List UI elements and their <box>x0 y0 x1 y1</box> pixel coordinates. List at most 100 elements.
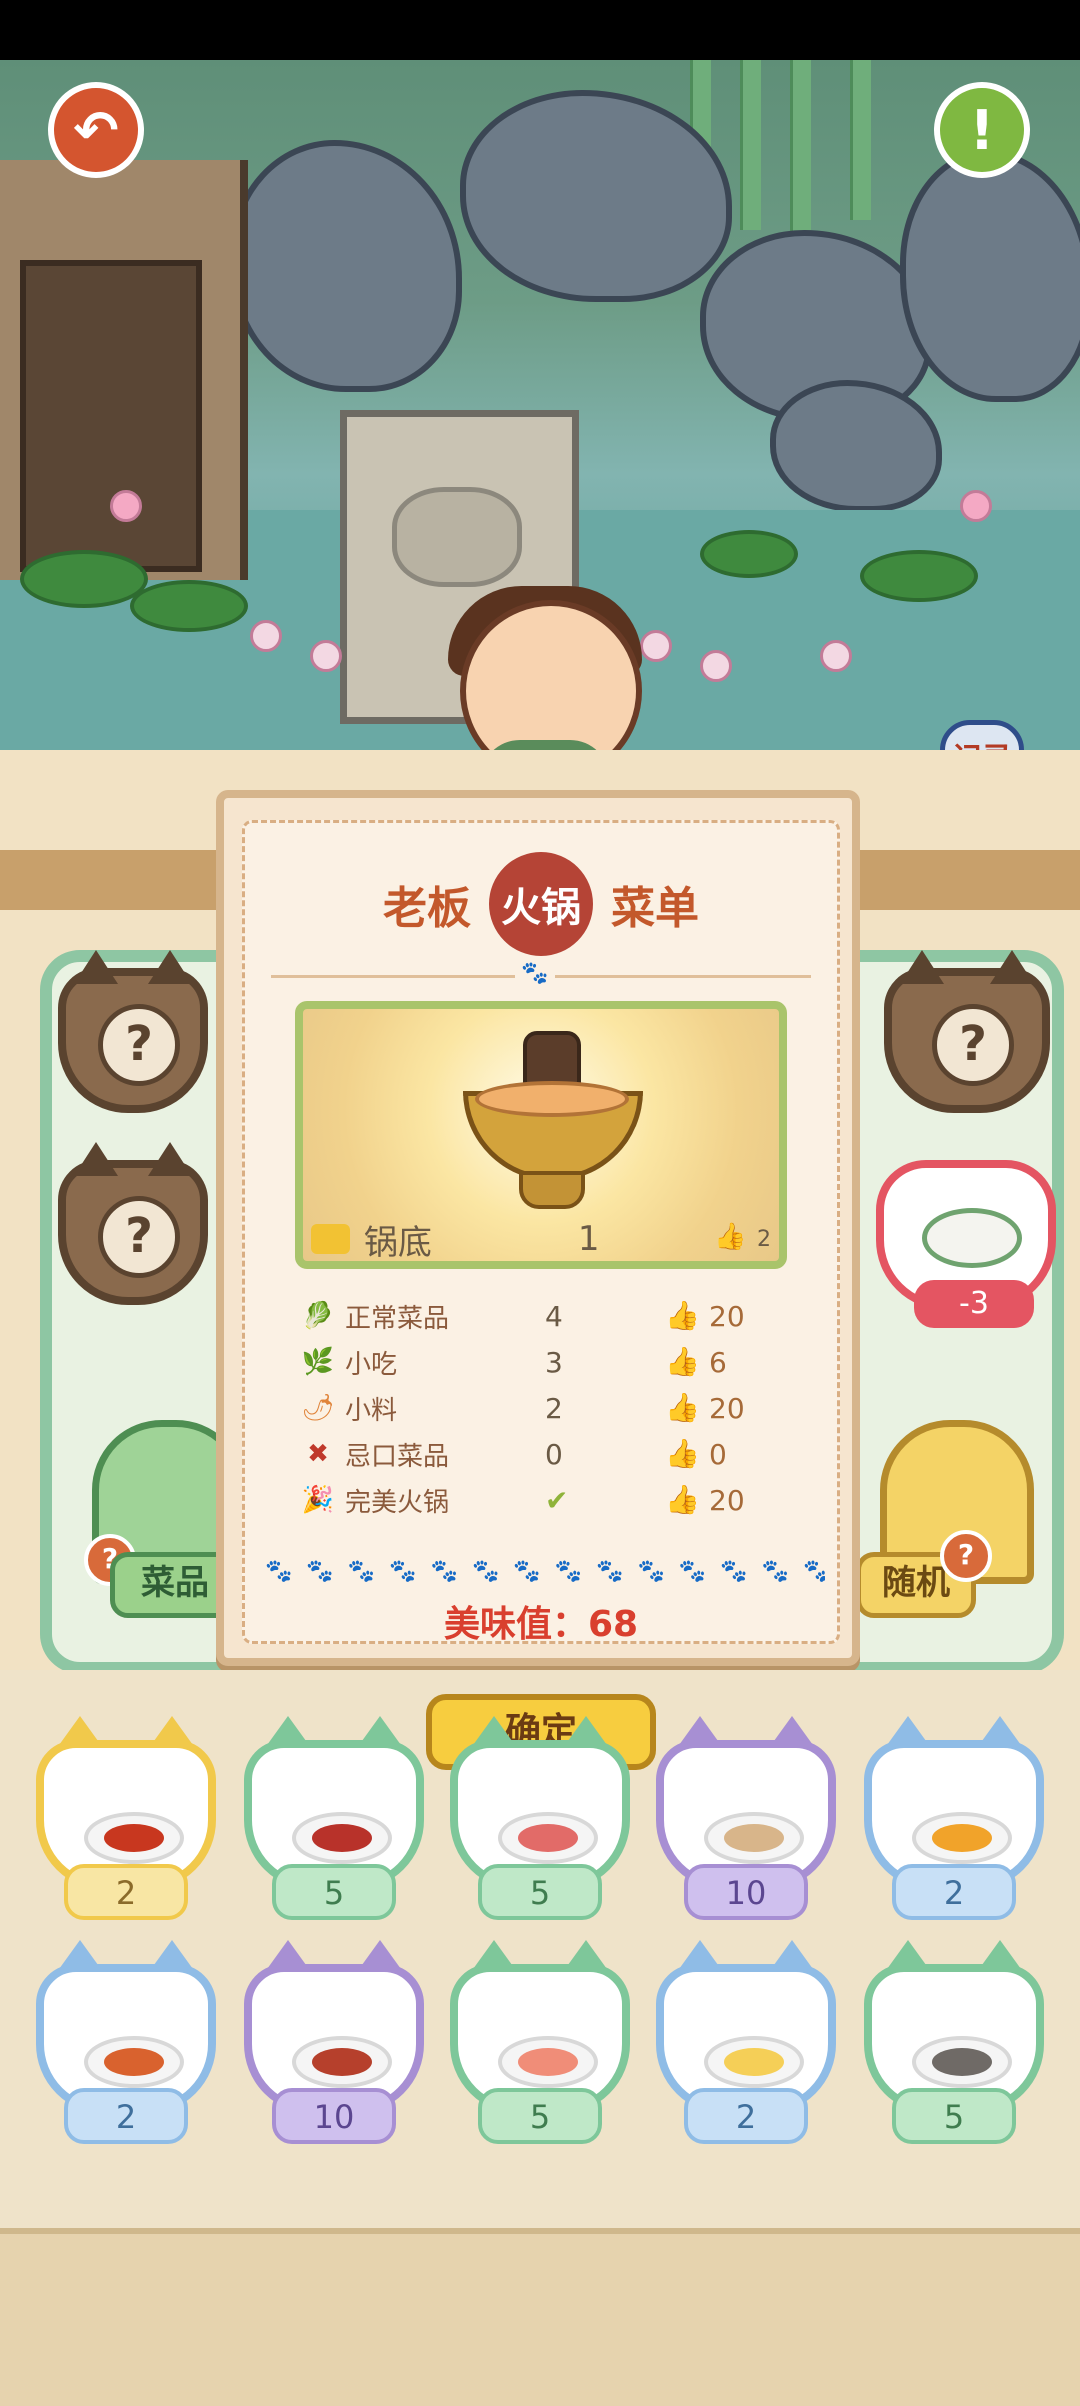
dish-card[interactable]: 2 <box>36 1940 216 2144</box>
rock <box>900 150 1080 402</box>
dish-card[interactable]: 5 <box>450 1716 630 1920</box>
dish-card[interactable]: 5 <box>864 1940 1044 2144</box>
locked-customer-slot[interactable]: ? <box>58 950 208 1113</box>
lily-flower <box>820 640 852 672</box>
stat-row: 🥬 正常菜品 4 👍 20 <box>301 1293 801 1339</box>
dish-card[interactable]: 10 <box>244 1940 424 2144</box>
exclamation-icon: ! <box>969 98 995 162</box>
dialog-inner: 老板 火锅 菜单 🐾 锅底 1 👍 2 🥬 正常菜品 4 👍 20 🌿 小吃 3 👍 6 🌶 小料 2 👍… <box>242 820 840 1647</box>
thumbs-up-icon: 👍 <box>665 1299 700 1332</box>
stat-list: 🥬 正常菜品 4 👍 20 🌿 小吃 3 👍 6 🌶 小料 2 👍 20 ✖ 忌口菜品 0 👍 0 🎉 完美火锅 ✔ 👍 20 <box>301 1293 801 1523</box>
title-left: 老板 <box>383 883 471 934</box>
stat-count: 4 <box>545 1299 563 1333</box>
vegetable-icon: 🥬 <box>301 1301 335 1331</box>
stat-label: 小料 <box>345 1395 398 1426</box>
thumbs-up-icon: 👍 <box>665 1483 700 1516</box>
stat-count: 0 <box>545 1437 563 1471</box>
dish-plate-icon <box>498 1812 598 1864</box>
stat-score: 6 <box>709 1345 727 1379</box>
rock <box>770 380 942 512</box>
stat-row: 🌶 小料 2 👍 20 <box>301 1385 801 1431</box>
lily-pad <box>860 550 978 602</box>
dish-count: 5 <box>892 2088 1016 2144</box>
dish-card[interactable]: 10 <box>656 1716 836 1920</box>
dumpling-plate-icon <box>922 1208 1022 1268</box>
question-icon[interactable]: ? <box>940 1530 992 1582</box>
stat-score: 20 <box>709 1391 745 1425</box>
thumbs-up-icon: 👍 <box>665 1391 700 1424</box>
stat-row: 🌿 小吃 3 👍 6 <box>301 1339 801 1385</box>
rock <box>230 140 462 392</box>
lily-flower <box>700 650 732 682</box>
locked-customer-slot[interactable]: ? <box>884 950 1050 1113</box>
gate-carving <box>392 487 522 587</box>
dish-card[interactable]: 2 <box>36 1716 216 1920</box>
party-icon: 🎉 <box>301 1485 335 1515</box>
title-right: 菜单 <box>611 883 699 934</box>
dish-plate-icon <box>84 1812 184 1864</box>
dialog-title: 老板 火锅 菜单 <box>245 852 837 956</box>
dish-card[interactable]: 5 <box>450 1940 630 2144</box>
lily-pad <box>130 580 248 632</box>
house-window <box>20 260 202 572</box>
dish-count: 5 <box>478 2088 602 2144</box>
stat-row: 🎉 完美火锅 ✔ 👍 20 <box>301 1477 801 1523</box>
stat-label: 小吃 <box>345 1349 398 1380</box>
question-icon: ? <box>98 1004 180 1086</box>
stat-count: 2 <box>545 1391 563 1425</box>
dish-plate-icon <box>292 1812 392 1864</box>
stat-label: 忌口菜品 <box>345 1441 450 1472</box>
stat-label: 完美火锅 <box>345 1487 450 1518</box>
lily-flower <box>310 640 342 672</box>
pot-base-icon <box>311 1224 350 1254</box>
dish-count: 10 <box>684 1864 808 1920</box>
stat-score: 0 <box>709 1437 727 1471</box>
back-button[interactable]: ↶ <box>48 82 144 178</box>
dish-plate-icon <box>498 2036 598 2088</box>
dish-count: 2 <box>892 1864 1016 1920</box>
thumbs-up-icon: 👍 <box>713 1222 747 1252</box>
pot-base-row: 锅底 1 👍 2 <box>311 1217 771 1263</box>
stat-row: ✖ 忌口菜品 0 👍 0 <box>301 1431 801 1477</box>
locked-customer-slot[interactable]: ? <box>58 1142 208 1305</box>
dish-card[interactable]: 2 <box>656 1940 836 2144</box>
bamboo-stalk <box>740 60 761 230</box>
dish-count: 10 <box>272 2088 396 2144</box>
lily-pad <box>20 550 148 608</box>
tasty-score: 美味值：68 <box>245 1595 837 1647</box>
dish-count: 2 <box>64 2088 188 2144</box>
bamboo-stalk <box>790 60 811 250</box>
dish-plate-icon <box>292 2036 392 2088</box>
paw-divider: 🐾🐾🐾🐾🐾🐾🐾🐾🐾🐾🐾🐾🐾🐾 <box>265 1559 825 1584</box>
pot-base-label: 锅底 <box>363 1222 432 1263</box>
dish-plate-icon <box>704 2036 804 2088</box>
bamboo-stalk <box>850 60 871 220</box>
customer-value: -3 <box>914 1280 1034 1328</box>
stat-count: 3 <box>545 1345 563 1379</box>
snack-icon: 🌿 <box>301 1347 335 1377</box>
stat-count: ✔ <box>545 1483 569 1517</box>
dish-plate-icon <box>84 2036 184 2088</box>
dish-plate-icon <box>704 1812 804 1864</box>
dish-count: 5 <box>272 1864 396 1920</box>
lily-flower <box>640 630 672 662</box>
dish-card[interactable]: 5 <box>244 1716 424 1920</box>
hotpot-menu-dialog: 老板 火锅 菜单 🐾 锅底 1 👍 2 🥬 正常菜品 4 👍 20 🌿 小吃 3 👍 6 🌶 小料 2 👍… <box>216 790 860 1666</box>
tray-bottom <box>0 2228 1080 2406</box>
stat-label: 正常菜品 <box>345 1303 450 1334</box>
dish-count: 2 <box>684 2088 808 2144</box>
pot-base-count: 1 <box>577 1219 600 1259</box>
customer-slot-red[interactable]: -3 <box>876 1160 1056 1328</box>
dish-plate-icon <box>912 2036 1012 2088</box>
hotpot-icon <box>463 1031 643 1209</box>
info-button[interactable]: ! <box>934 82 1030 178</box>
stat-score: 20 <box>709 1299 745 1333</box>
dish-count: 5 <box>478 1864 602 1920</box>
question-icon: ? <box>932 1004 1014 1086</box>
hotpot-card: 锅底 1 👍 2 <box>295 1001 787 1269</box>
lotus-flower <box>960 490 992 522</box>
dish-card[interactable]: 2 <box>864 1716 1044 1920</box>
forbidden-icon: ✖ <box>307 1439 329 1469</box>
stat-score: 20 <box>709 1483 745 1517</box>
tasty-value: 68 <box>587 1604 639 1645</box>
